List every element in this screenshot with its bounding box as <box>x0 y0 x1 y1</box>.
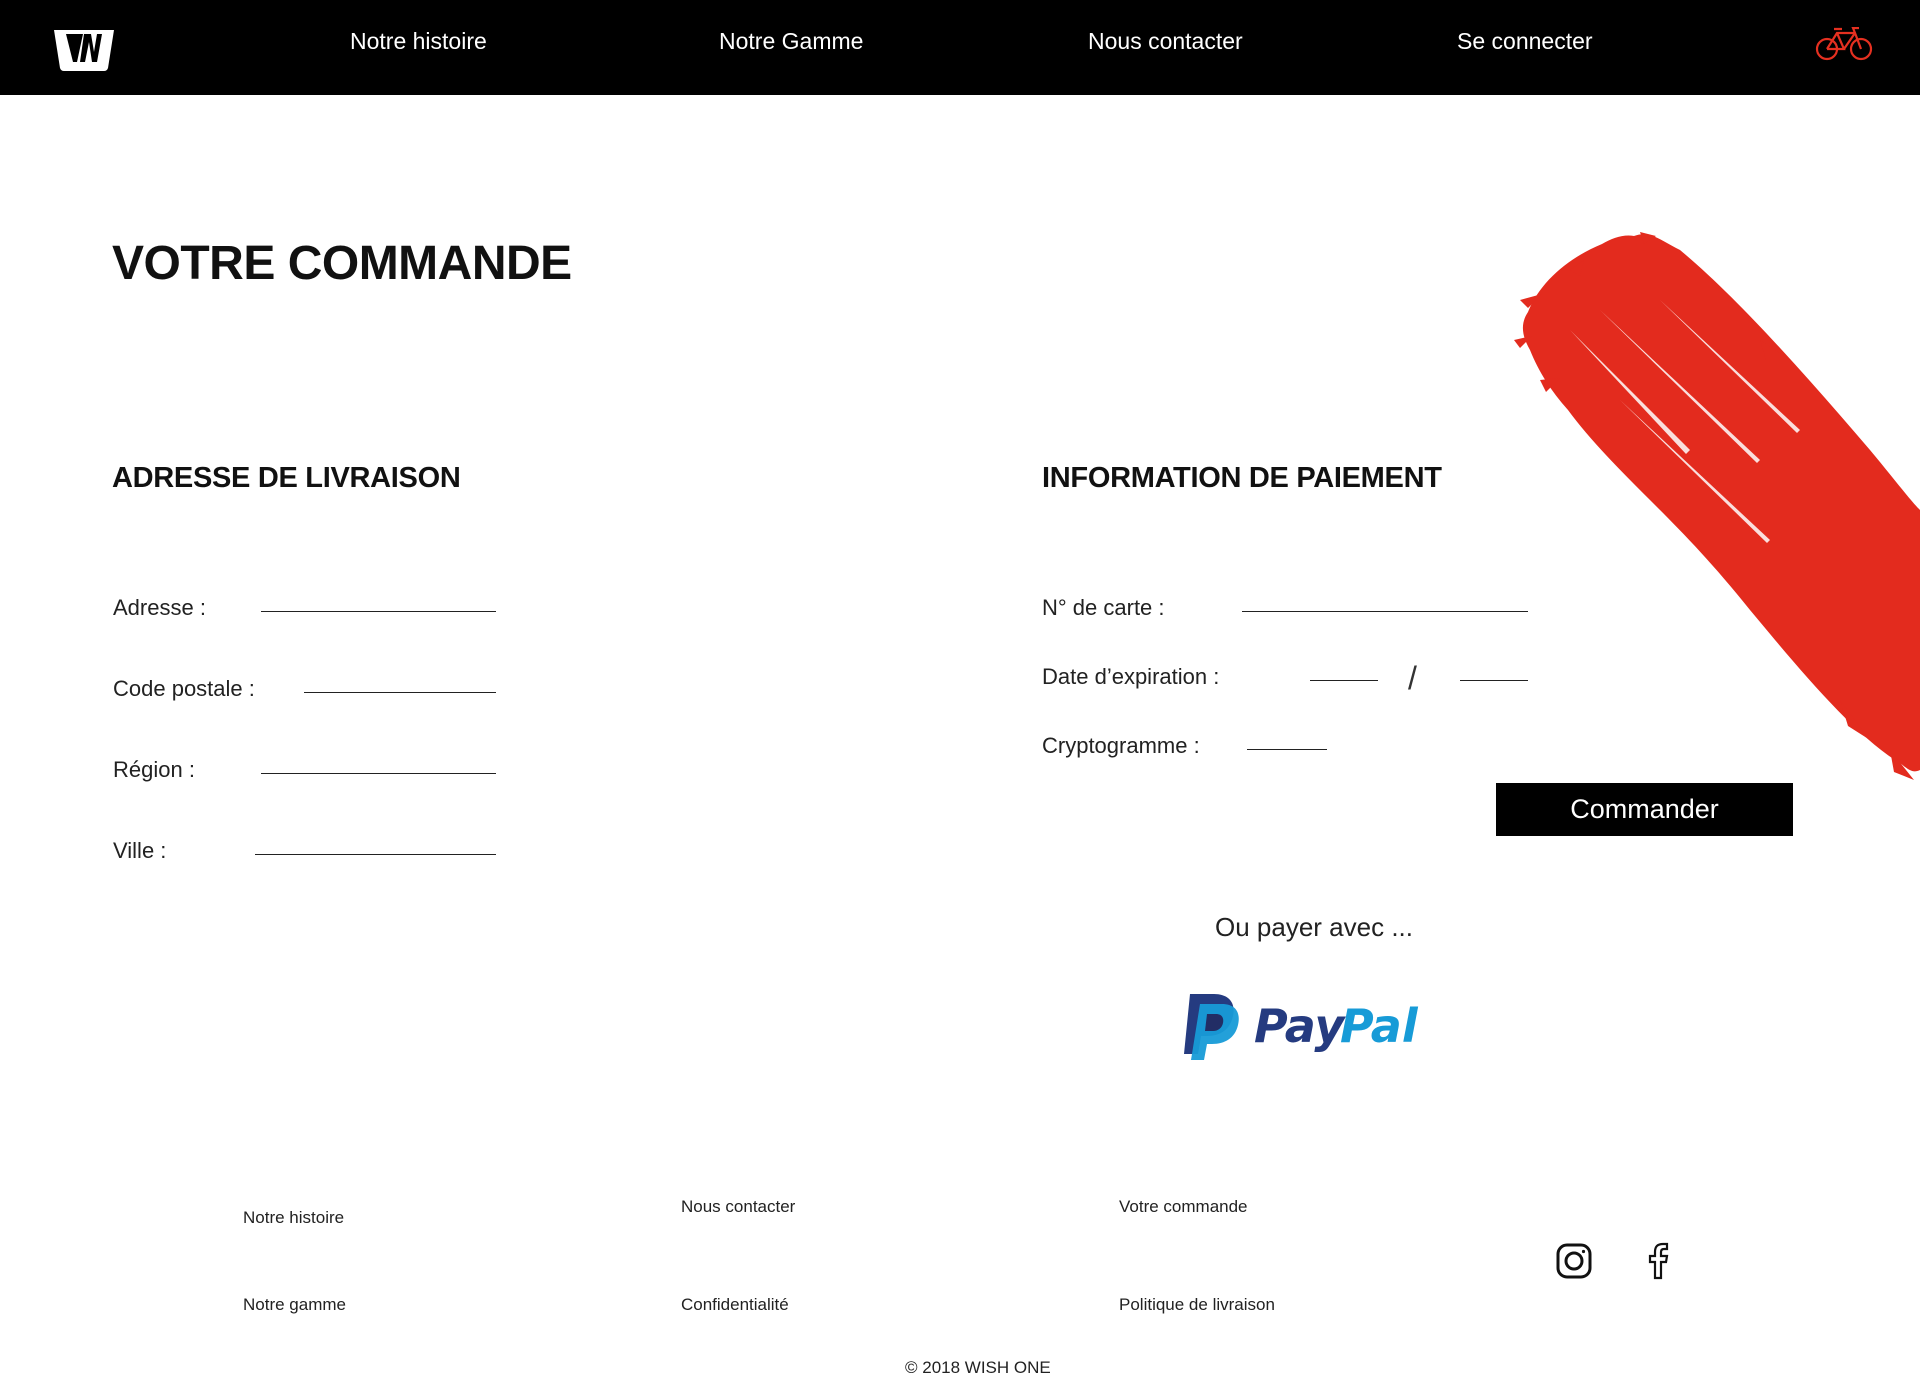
postal-code-input[interactable] <box>304 666 496 693</box>
footer-confidentialite[interactable]: Confidentialité <box>681 1295 789 1315</box>
red-brush-stroke <box>1514 232 1920 780</box>
instagram-icon[interactable] <box>1555 1242 1593 1280</box>
footer-notre-gamme[interactable]: Notre gamme <box>243 1295 346 1315</box>
region-input[interactable] <box>261 747 496 774</box>
copyright-text: © 2018 WISH ONE <box>905 1358 1051 1377</box>
address-label: Adresse : <box>113 595 206 620</box>
card-number-input[interactable] <box>1242 585 1528 612</box>
footer-nous-contacter[interactable]: Nous contacter <box>681 1197 795 1217</box>
city-label: Ville : <box>113 838 167 863</box>
alt-payment-text: Ou payer avec ... <box>1215 912 1413 942</box>
payment-section-title: INFORMATION DE PAIEMENT <box>1042 462 1442 494</box>
expiry-date-label: Date d’expiration : <box>1042 664 1220 689</box>
address-input[interactable] <box>261 585 496 612</box>
facebook-icon[interactable] <box>1639 1242 1677 1280</box>
wishone-logo-icon[interactable] <box>52 28 116 72</box>
bicycle-icon[interactable] <box>1815 27 1873 61</box>
expiry-month-input[interactable] <box>1310 654 1378 681</box>
postal-code-label: Code postale : <box>113 676 255 701</box>
page-title: VOTRE COMMANDE <box>112 237 572 290</box>
svg-text:Pay: Pay <box>1254 999 1346 1053</box>
region-label: Région : <box>113 757 195 782</box>
expiry-year-input[interactable] <box>1460 654 1528 681</box>
nav-notre-gamme[interactable]: Notre Gamme <box>719 28 863 55</box>
svg-text:Pal: Pal <box>1340 999 1419 1053</box>
cvv-label: Cryptogramme : <box>1042 733 1200 758</box>
top-navbar: Notre histoire Notre Gamme Nous contacte… <box>0 0 1920 95</box>
footer-politique-livraison[interactable]: Politique de livraison <box>1119 1295 1275 1315</box>
card-number-label: N° de carte : <box>1042 595 1165 620</box>
nav-se-connecter[interactable]: Se connecter <box>1457 28 1593 55</box>
paypal-logo[interactable]: Pay Pal <box>1180 990 1440 1060</box>
footer-notre-histoire[interactable]: Notre histoire <box>243 1208 344 1228</box>
order-button[interactable]: Commander <box>1496 783 1793 836</box>
nav-notre-histoire[interactable]: Notre histoire <box>350 28 487 55</box>
expiry-separator: / <box>1408 660 1417 696</box>
cvv-input[interactable] <box>1247 723 1327 750</box>
city-input[interactable] <box>255 828 496 855</box>
nav-nous-contacter[interactable]: Nous contacter <box>1088 28 1243 55</box>
footer-votre-commande[interactable]: Votre commande <box>1119 1197 1248 1217</box>
shipping-section-title: ADRESSE DE LIVRAISON <box>112 462 461 494</box>
